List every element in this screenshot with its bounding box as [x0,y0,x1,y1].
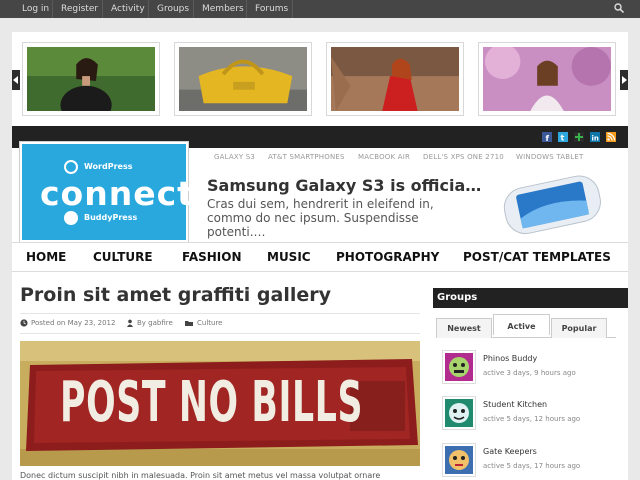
divider [148,0,149,18]
post-title[interactable]: Proin sit amet graffiti gallery [20,284,331,306]
user-icon [127,319,133,327]
post-author[interactable]: By gabfire [137,319,173,327]
woman-portrait-image [27,47,155,125]
svg-text:f: f [546,134,550,142]
facebook-icon[interactable]: f [542,132,552,142]
slider-next-button[interactable] [620,70,628,90]
nav-home[interactable]: HOME [26,250,66,264]
phone-image [503,175,601,235]
buddypress-label: BuddyPress [84,213,138,222]
admin-bar: Log in Register Activity Groups Members … [0,0,640,18]
slider-thumb[interactable] [174,42,312,116]
post-image-caption: POST NO BILLS [60,370,364,435]
tab-popular[interactable]: Popular [551,318,607,338]
groups-tabs: Newest Active Popular [436,314,616,338]
nav-photography[interactable]: PHOTOGRAPHY [336,250,439,264]
chevron-right-icon [622,76,627,84]
divider [193,0,194,18]
groups-link[interactable]: Groups [157,0,189,18]
post-date: Posted on May 23, 2012 [31,319,116,327]
site-logo[interactable]: WordPress connect BuddyPress [19,141,193,243]
tag-link[interactable]: MACBOOK AIR [358,153,410,161]
featured-title[interactable]: Samsung Galaxy S3 is officia… [207,176,481,195]
chevron-left-icon [13,76,18,84]
tab-active[interactable]: Active [493,314,550,335]
nav-fashion[interactable]: FASHION [182,250,242,264]
clock-icon [20,319,28,327]
logo-wordmark: connect [40,174,194,213]
activity-link[interactable]: Activity [111,0,145,18]
twitter-icon[interactable]: t [558,132,568,142]
main-nav: HOME CULTURE FASHION MUSIC PHOTOGRAPHY P… [12,242,628,272]
google-plus-icon[interactable] [574,132,584,142]
forums-link[interactable]: Forums [255,0,288,18]
slider-thumb[interactable] [22,42,160,125]
wordpress-icon [64,160,78,174]
slider-thumb[interactable] [478,42,616,116]
login-link[interactable]: Log in [22,0,49,18]
svg-text:t: t [561,134,565,143]
linkedin-icon[interactable]: in [590,132,600,142]
buddypress-icon [64,211,78,225]
post-category[interactable]: Culture [197,319,222,327]
groups-heading: Groups [437,292,478,303]
register-link[interactable]: Register [61,0,98,18]
post-excerpt: Donec dictum suscipit nibh in malesuada.… [20,471,381,480]
divider [52,0,53,18]
group-name[interactable]: Phinos Buddy [483,354,537,363]
avatar[interactable] [442,396,476,430]
nav-post-cat-templates[interactable]: POST/CAT TEMPLATES [463,250,611,264]
group-avatar-image [445,446,473,474]
tab-newest[interactable]: Newest [436,318,492,338]
group-avatar-image [445,353,473,381]
divider [20,313,420,314]
slider-thumb[interactable] [326,42,464,116]
group-name[interactable]: Student Kitchen [483,400,547,409]
svg-text:in: in [592,135,599,143]
group-name[interactable]: Gate Keepers [483,447,537,456]
red-dress-image [331,47,459,111]
group-activity: active 3 days, 9 hours ago [483,369,576,377]
rss-icon[interactable] [606,132,616,142]
group-item[interactable]: Student Kitchen active 5 days, 12 hours … [442,396,622,432]
members-link[interactable]: Members [202,0,244,18]
wordpress-label: WordPress [84,162,133,171]
yellow-bag-image [179,47,307,111]
divider [102,0,103,18]
tag-link[interactable]: AT&T SMARTPHONES [268,153,345,161]
divider [246,0,247,18]
avatar[interactable] [442,443,476,477]
tag-link[interactable]: WINDOWS TABLET [516,153,583,161]
avatar[interactable] [442,350,476,384]
group-activity: active 5 days, 12 hours ago [483,415,581,423]
group-item[interactable]: Phinos Buddy active 3 days, 9 hours ago [442,350,622,386]
group-avatar-image [445,399,473,427]
slider-prev-button[interactable] [12,70,20,90]
post-image[interactable]: POST NO BILLS [20,341,420,466]
nav-culture[interactable]: CULTURE [93,250,153,264]
group-item[interactable]: Gate Keepers active 5 days, 17 hours ago [442,443,622,479]
folder-icon [185,321,193,326]
group-activity: active 5 days, 17 hours ago [483,462,581,470]
blossom-portrait-image [483,44,611,111]
nav-music[interactable]: MUSIC [267,250,311,264]
divider [292,0,293,18]
tag-link[interactable]: DELL'S XPS ONE 2710 [423,153,504,161]
tag-link[interactable]: GALAXY S3 [214,153,255,161]
post-meta: Posted on May 23, 2012 By gabfire Cultur… [20,315,420,331]
divider [20,333,420,334]
search-icon[interactable] [614,3,624,13]
groups-widget-title: Groups [433,288,628,308]
featured-excerpt: Cras dui sem, hendrerit in eleifend in, … [207,197,434,239]
